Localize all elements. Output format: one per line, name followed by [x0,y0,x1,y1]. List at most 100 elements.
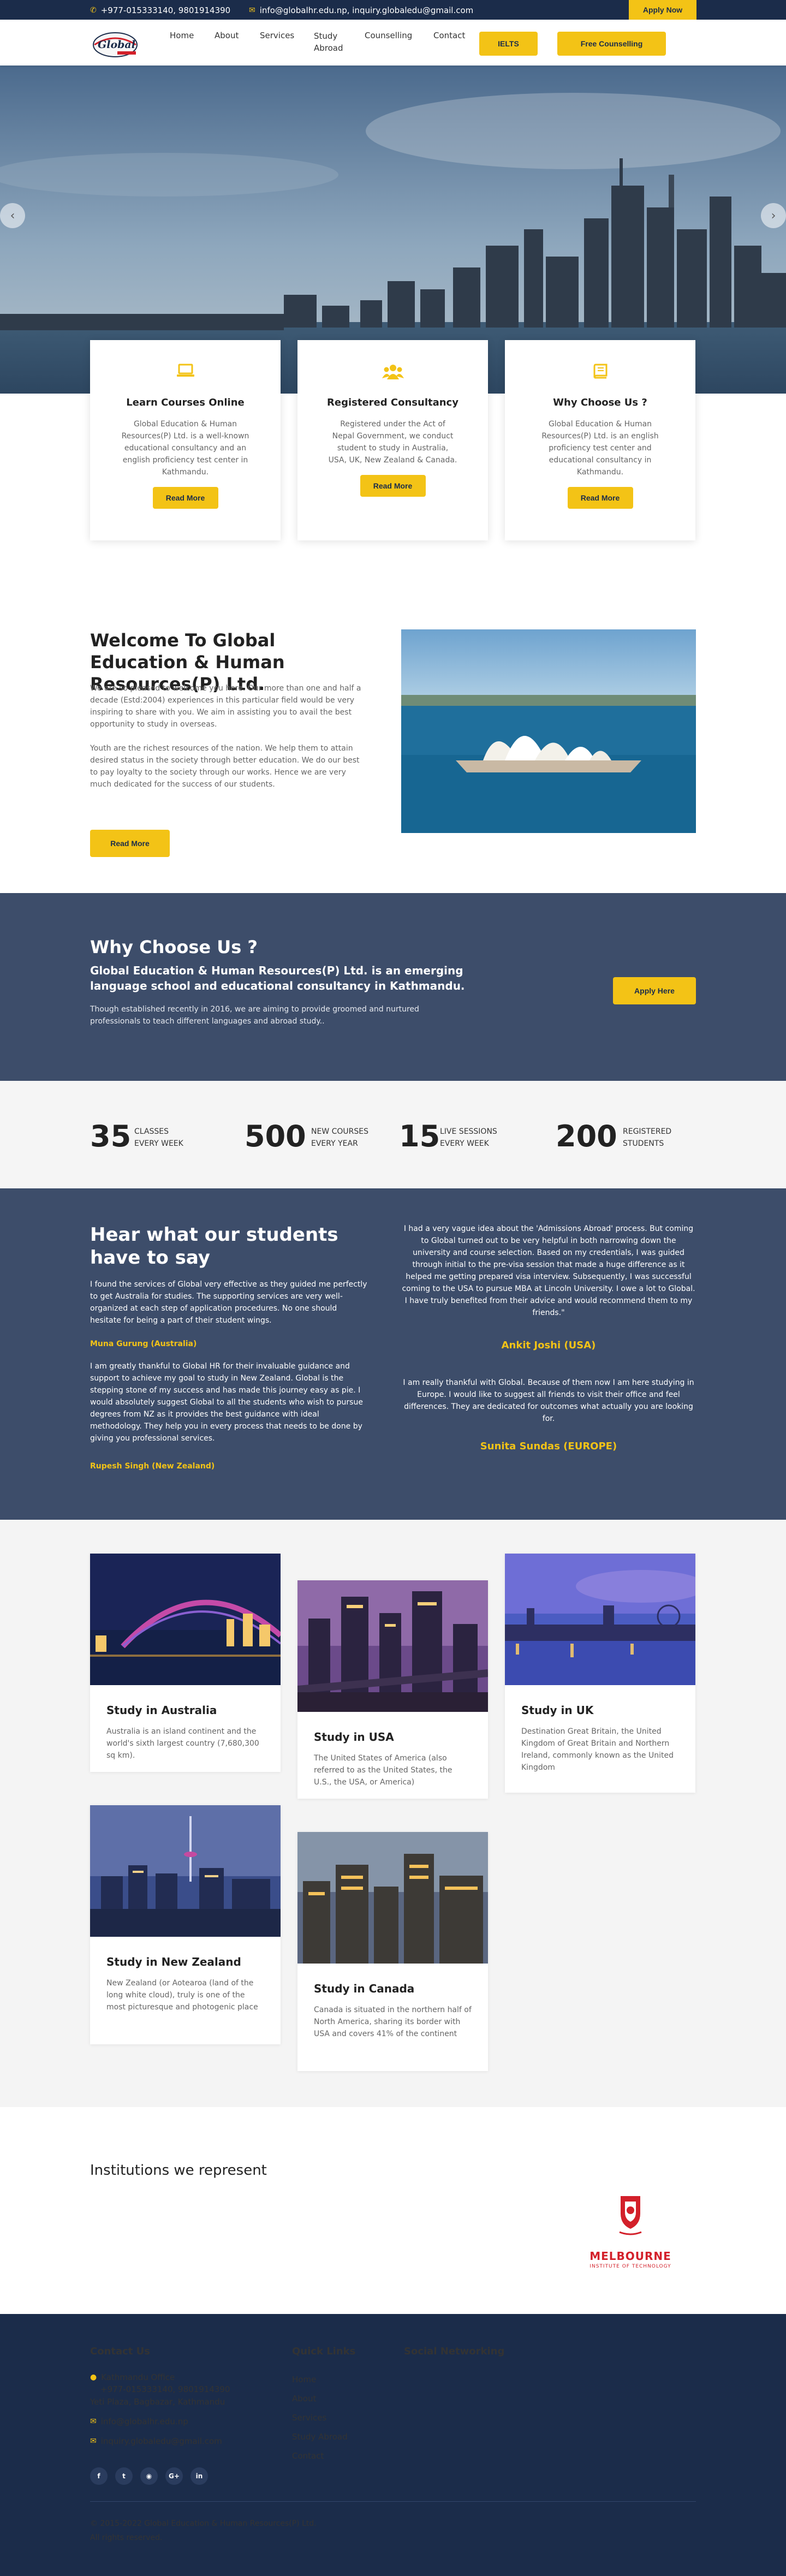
linkedin-icon[interactable]: in [190,2467,208,2485]
feature-title: Learn Courses Online [126,397,245,408]
welcome-paragraph-1: We are so pleased to welcome you here. O… [90,684,361,729]
ielts-button[interactable]: IELTS [479,32,538,56]
nav-about[interactable]: About [215,31,239,40]
study-card-text: New Zealand (or Aotearoa (land of the lo… [106,1979,258,2012]
envelope-icon: ✉ [90,2417,97,2426]
footer-email-1-text: info@globalhr.edu.np [100,2417,188,2426]
footer-link-contact[interactable]: Contact [292,2450,324,2462]
footer-office-text: Kathmandu Office [101,2372,175,2382]
nav-counselling[interactable]: Counselling [365,31,412,40]
why-text: Though established recently in 2016, we … [90,1005,419,1026]
stat-label-line1: LIVE SESSIONS [440,1127,497,1136]
stat-value: 35 [90,1119,132,1153]
footer-copyright: © 2015-2022 Global Education & Human Res… [90,2519,317,2528]
topbar-email: ✉ info@globalhr.edu.np, inquiry.globaled… [249,5,473,15]
footer-address: Yeti Plaza, Bagbazar, Kathmandu [90,2397,225,2407]
study-card-usa[interactable]: Study in USA The United States of Americ… [297,1580,488,1799]
study-card-text: Canada is situated in the northern half … [314,2006,472,2038]
stat-value: 500 [245,1119,306,1153]
testimonial-author: Rupesh Singh (New Zealand) [90,1462,215,1471]
footer-email-1[interactable]: ✉ info@globalhr.edu.np [90,2416,188,2428]
feature-text: Global Education & Human Resources(P) Lt… [121,420,249,477]
testimonial-text: I am really thankful with Global. Becaus… [403,1378,694,1423]
read-more-button[interactable]: Read More [567,487,633,509]
topbar-phone: ✆ +977-015333140, 9801914390 [90,5,230,15]
new-zealand-skytower-image [90,1805,281,1937]
read-more-button[interactable]: Read More [360,475,426,497]
footer-link-services[interactable]: Services [292,2412,326,2424]
stat-label-line2: EVERY YEAR [311,1139,358,1148]
global-logo[interactable]: Global [90,28,142,59]
uk-thames-image [505,1554,695,1685]
usa-skyline-image [297,1580,488,1712]
melbourne-institute-logo[interactable]: MELBOURNE INSTITUTE OF TECHNOLOGY [587,2192,674,2279]
google-plus-icon[interactable]: G+ [165,2467,183,2485]
study-card-title: Study in Australia [106,1704,217,1717]
envelope-icon: ✉ [90,2437,97,2446]
footer-email-2[interactable]: ✉ inquiry.globaledu@gmail.com [90,2435,222,2447]
study-card-text: Australia is an island continent and the… [106,1727,259,1760]
stat-label-line1: CLASSES [134,1127,169,1136]
testimonial-text: I had a very vague idea about the 'Admis… [402,1224,695,1317]
free-counselling-button[interactable]: Free Counselling [557,32,666,56]
study-card-uk[interactable]: Study in UK Destination Great Britain, t… [505,1554,695,1793]
study-card-text: Destination Great Britain, the United Ki… [521,1727,674,1772]
welcome-read-more-button[interactable]: Read More [90,830,170,857]
read-more-button[interactable]: Read More [152,487,218,509]
twitter-icon[interactable]: t [115,2467,133,2485]
book-icon [505,363,695,385]
feature-text: Global Education & Human Resources(P) Lt… [541,420,659,477]
nav-study-abroad-line1: Study [314,31,338,41]
chevron-right-icon: › [771,209,776,223]
footer-link-about[interactable]: About [292,2393,316,2405]
stat-label: REGISTERED STUDENTS [623,1126,671,1150]
institution-name: MELBOURNE [590,2250,671,2263]
study-card-new-zealand[interactable]: Study in New Zealand New Zealand (or Aot… [90,1805,281,2044]
facebook-icon[interactable]: f [90,2467,108,2485]
stat-label-line1: REGISTERED [623,1127,672,1136]
study-card-title: Study in USA [314,1730,394,1744]
testimonials-title: Hear what our students have to say [90,1224,338,1269]
hero-prev-arrow[interactable]: ‹ [0,203,25,228]
nav-study-abroad[interactable]: Study Abroad [314,30,343,54]
study-card-australia[interactable]: Study in Australia Australia is an islan… [90,1554,281,1772]
study-card-title: Study in Canada [314,1982,415,1995]
apply-here-button[interactable]: Apply Here [613,977,696,1004]
feature-card-why-choose: Why Choose Us ? Global Education & Human… [505,340,695,540]
nav-home[interactable]: Home [170,31,194,40]
footer-link-home[interactable]: Home [292,2373,316,2385]
why-subtitle: Global Education & Human Resources(P) Lt… [90,964,465,992]
chevron-left-icon: ‹ [10,209,15,223]
footer-office: ● Kathmandu Office [90,2371,175,2383]
top-bar: ✆ +977-015333140, 9801914390 ✉ info@glob… [0,0,786,20]
feature-card-learn-online: Learn Courses Online Global Education & … [90,340,281,540]
study-card-text: The United States of America (also refer… [314,1754,452,1787]
testimonial-text: I found the services of Global very effe… [90,1280,367,1325]
laptop-icon [90,363,281,385]
feature-title: Why Choose Us ? [553,397,647,408]
footer-phone: +977-015333140, 9801914390 [100,2384,230,2394]
stat-value: 200 [556,1119,617,1153]
nav-contact[interactable]: Contact [433,31,465,40]
footer-email-2-text: inquiry.globaledu@gmail.com [100,2436,222,2446]
instagram-icon[interactable]: ◉ [140,2467,158,2485]
footer-link-study-abroad[interactable]: Study Abroad [292,2431,348,2443]
testimonial-author: Ankit Joshi (USA) [501,1340,596,1351]
phone-icon: ✆ [90,6,97,15]
map-marker-icon: ● [90,2373,97,2382]
footer-social-title: Social Networking [404,2346,505,2357]
institution-sub: INSTITUTE OF TECHNOLOGY [590,2264,671,2269]
stat-label: CLASSES EVERY WEEK [134,1126,183,1150]
why-title: Why Choose Us ? [90,937,258,957]
feature-title: Registered Consultancy [327,397,458,408]
study-card-canada[interactable]: Study in Canada Canada is situated in th… [297,1832,488,2071]
topbar-email-text[interactable]: info@globalhr.edu.np, inquiry.globaledu@… [260,5,474,15]
hero-next-arrow[interactable]: › [761,203,786,228]
nav-services[interactable]: Services [260,31,294,40]
study-card-title: Study in UK [521,1704,594,1717]
nav-study-abroad-line2: Abroad [314,43,343,53]
stat-label-line1: NEW COURSES [311,1127,368,1136]
stat-label-line2: EVERY WEEK [134,1139,183,1148]
apply-now-button[interactable]: Apply Now [629,0,696,20]
footer-divider [90,2501,696,2502]
